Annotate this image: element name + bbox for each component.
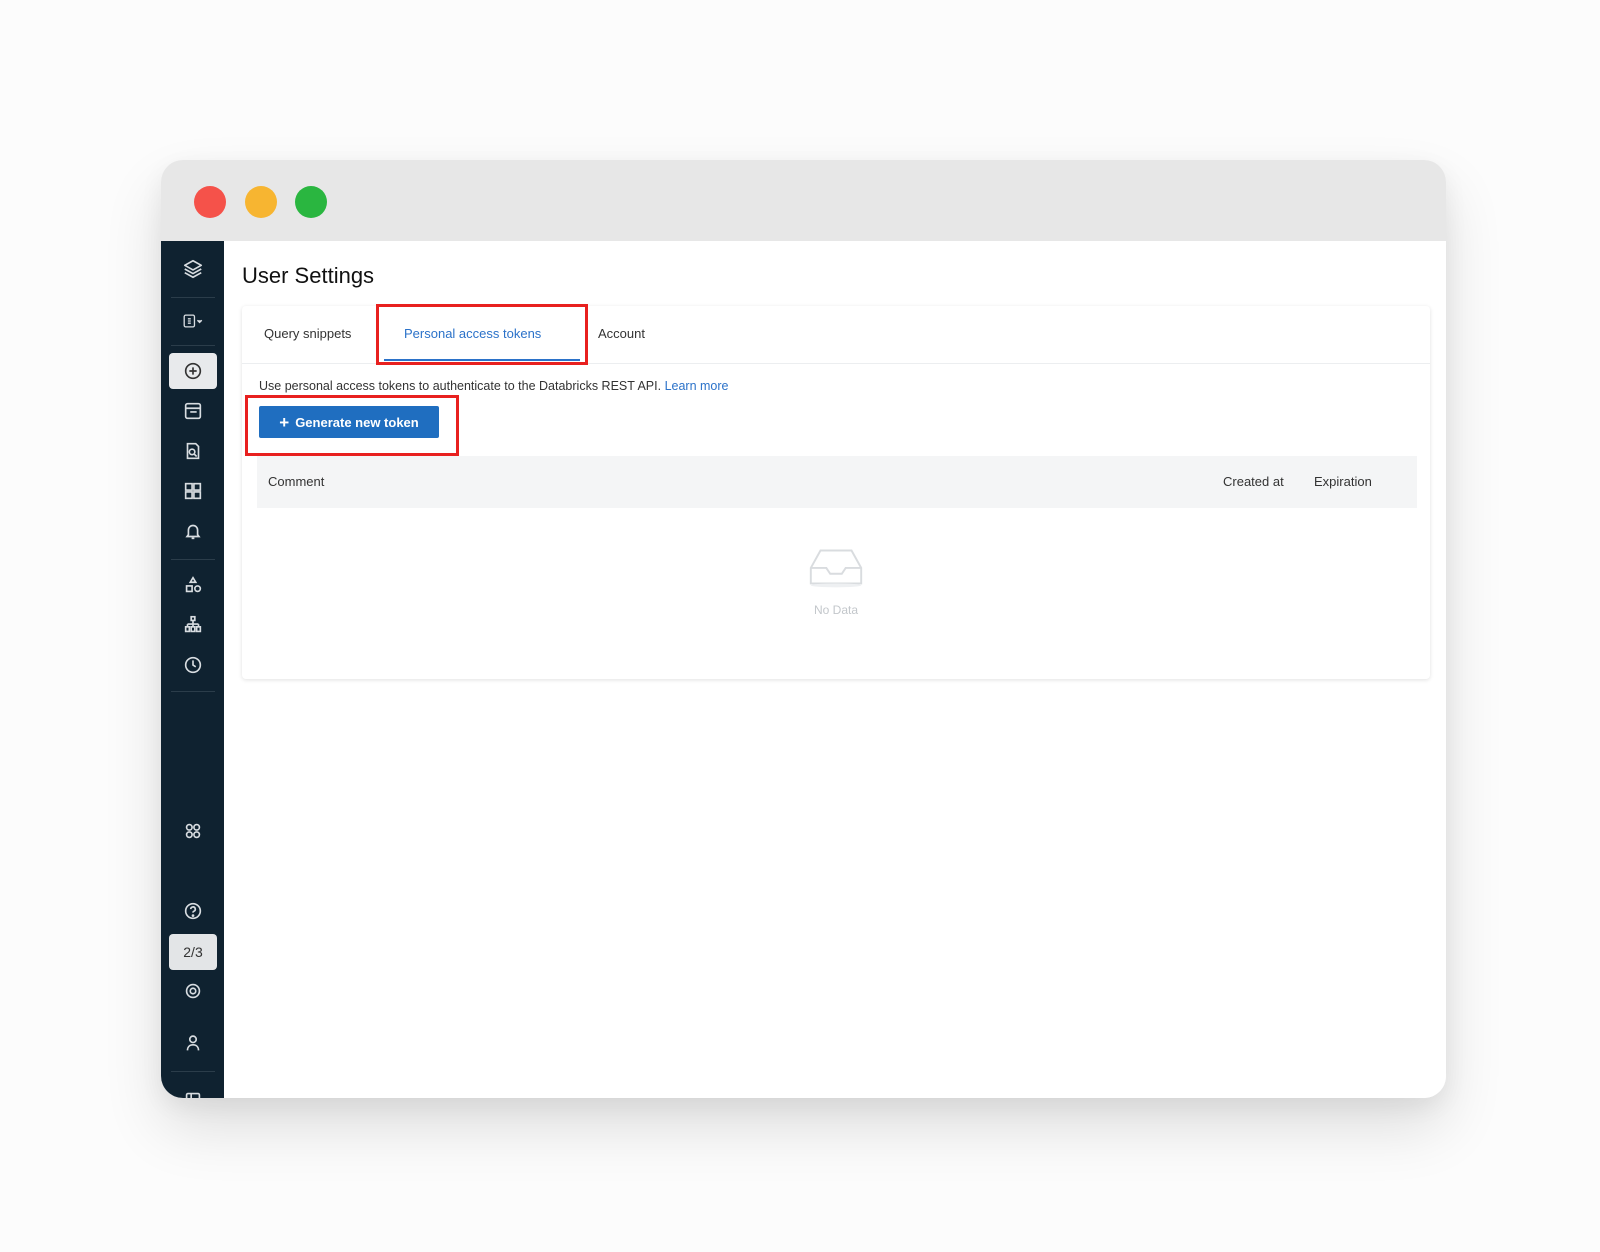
app-window: 2/3 User Settings Query snippets Persona… (161, 160, 1446, 1098)
partner-connect-icon (185, 823, 201, 839)
databricks-logo-icon[interactable] (169, 251, 217, 287)
help-icon (184, 902, 202, 920)
sidebar-item-partner-connect[interactable] (169, 813, 217, 849)
column-header-comment[interactable]: Comment (268, 474, 324, 489)
persona-switcher-button[interactable] (169, 303, 217, 339)
highlight-box-button (245, 395, 459, 456)
minimize-window-button[interactable] (245, 186, 277, 218)
query-history-icon (184, 656, 202, 674)
stage: 2/3 User Settings Query snippets Persona… (0, 0, 1600, 1252)
collapse-sidebar-button[interactable] (169, 1082, 217, 1098)
tab-account[interactable]: Account (598, 326, 645, 341)
sidebar-item-settings[interactable] (169, 973, 217, 1009)
collapse-sidebar-icon (185, 1092, 201, 1098)
maximize-window-button[interactable] (295, 186, 327, 218)
sidebar-item-query-history[interactable] (169, 647, 217, 683)
sidebar-item-queries[interactable] (169, 433, 217, 469)
page-title: User Settings (242, 263, 375, 288)
settings-icon (185, 983, 201, 999)
sidebar-divider (171, 345, 215, 346)
settings-card: Query snippets Personal access tokens Ac… (242, 304, 1430, 679)
sidebar-item-help[interactable] (169, 893, 217, 929)
title-bar (161, 160, 1446, 241)
sidebar-divider (171, 559, 215, 560)
description-text: Use personal access tokens to authentica… (259, 379, 662, 393)
sql-editor-icon (184, 402, 202, 420)
close-window-button[interactable] (194, 186, 226, 218)
alerts-icon (185, 524, 201, 540)
sidebar-item-sql-warehouses[interactable] (169, 607, 217, 643)
learn-more-link[interactable]: Learn more (665, 379, 729, 393)
hidden-placeholder (169, 933, 217, 969)
column-header-expiration[interactable]: Expiration (1314, 474, 1372, 489)
dashboards-icon (184, 482, 202, 500)
sidebar-item-create[interactable] (169, 353, 217, 389)
sidebar-divider (171, 1071, 215, 1072)
create-icon (184, 362, 202, 380)
queries-icon (186, 442, 200, 460)
tokens-table-header: Comment Created at Expiration (257, 456, 1417, 508)
sql-warehouses-icon (184, 615, 202, 633)
sidebar-item-sql-editor[interactable] (169, 393, 217, 429)
sidebar-item-user[interactable] (169, 1025, 217, 1061)
no-data-text: No Data (813, 603, 859, 617)
sidebar-divider (171, 691, 215, 692)
highlight-box-tab (376, 304, 588, 365)
tokens-description: Use personal access tokens to authentica… (259, 379, 729, 393)
sidebar-item-data[interactable] (169, 567, 217, 603)
data-icon (185, 576, 202, 593)
column-header-created-at[interactable]: Created at (1223, 474, 1284, 489)
sidebar-item-alerts[interactable] (169, 513, 217, 549)
empty-state: No Data (242, 542, 1430, 617)
tab-query-snippets[interactable]: Query snippets (264, 326, 351, 341)
sidebar-divider (171, 297, 215, 298)
empty-inbox-icon (809, 549, 863, 588)
sidebar: 2/3 (161, 241, 224, 1098)
main-content: User Settings Query snippets Personal ac… (224, 241, 1446, 1098)
sidebar-item-dashboards[interactable] (169, 473, 217, 509)
user-icon (186, 1035, 200, 1051)
